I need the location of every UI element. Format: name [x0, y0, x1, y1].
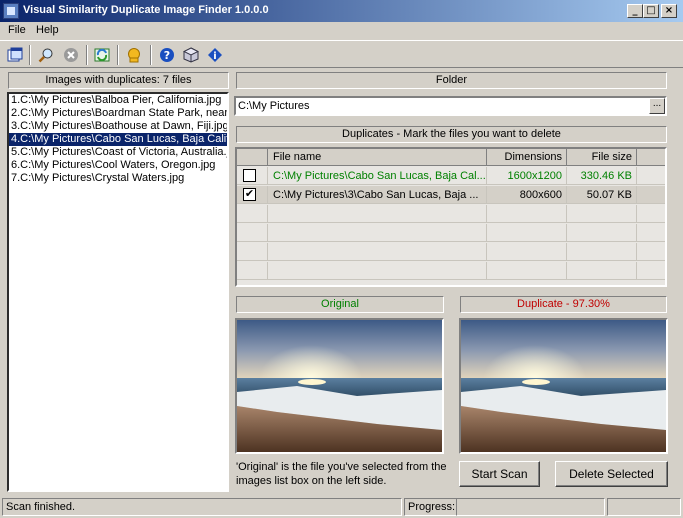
- table-cell: C:\My Pictures\3\Cabo San Lucas, Baja ..…: [268, 186, 487, 204]
- images-list[interactable]: 1.C:\My Pictures\Balboa Pier, California…: [7, 92, 229, 492]
- toolbar-separator: [150, 45, 152, 65]
- original-label: Original: [236, 296, 444, 313]
- original-preview: [235, 318, 444, 454]
- grid-header-filename[interactable]: File name: [268, 149, 487, 166]
- toolbar-separator: [29, 45, 31, 65]
- empty-cell: [637, 262, 665, 280]
- list-item[interactable]: 5.C:\My Pictures\Coast of Victoria, Aust…: [9, 146, 227, 159]
- search-icon: [38, 48, 53, 63]
- menu-file[interactable]: File: [6, 24, 28, 36]
- empty-cell: [268, 205, 487, 223]
- svg-text:?: ?: [164, 49, 170, 62]
- status-message: Scan finished.: [2, 498, 402, 516]
- empty-cell: [268, 224, 487, 242]
- table-cell: [637, 186, 665, 204]
- close-button[interactable]: ×: [661, 4, 677, 18]
- list-item[interactable]: 7.C:\My Pictures\Crystal Waters.jpg: [9, 172, 227, 185]
- help-icon: ?: [160, 48, 174, 62]
- hand-button[interactable]: [124, 45, 144, 65]
- status-spare-panel: [607, 498, 681, 516]
- empty-cell: [637, 243, 665, 261]
- empty-cell: [268, 243, 487, 261]
- toolbar-separator: [117, 45, 119, 65]
- duplicate-label: Duplicate - 97.30%: [460, 296, 667, 313]
- list-item[interactable]: 3.C:\My Pictures\Boathouse at Dawn, Fiji…: [9, 120, 227, 133]
- grid-header-check: [237, 149, 268, 166]
- delete-selected-button[interactable]: Delete Selected: [555, 461, 668, 487]
- duplicates-grid: File name Dimensions File size C:\My Pic…: [235, 147, 667, 287]
- box-icon: [183, 47, 199, 63]
- info-button[interactable]: i: [205, 45, 225, 65]
- menu-bar: File Help: [0, 22, 683, 40]
- grid-header-filesize[interactable]: File size: [567, 149, 637, 166]
- hand-icon: [128, 48, 140, 63]
- duplicate-preview: [459, 318, 668, 454]
- table-cell: [237, 167, 268, 185]
- grid-header-dimensions[interactable]: Dimensions: [487, 149, 567, 166]
- table-cell: 1600x1200: [487, 167, 567, 185]
- empty-cell: [567, 205, 637, 223]
- empty-cell: [237, 205, 268, 223]
- empty-cell: [487, 243, 567, 261]
- list-item[interactable]: 1.C:\My Pictures\Balboa Pier, California…: [9, 94, 227, 107]
- empty-cell: [567, 262, 637, 280]
- empty-cell: [567, 224, 637, 242]
- menu-help[interactable]: Help: [34, 24, 61, 36]
- duplicates-header: Duplicates - Mark the files you want to …: [236, 126, 667, 143]
- list-item[interactable]: 2.C:\My Pictures\Boardman State Park, ne…: [9, 107, 227, 120]
- stop-button[interactable]: [61, 45, 81, 65]
- beach-sunset-image: [461, 320, 666, 452]
- row-checkbox[interactable]: [243, 169, 256, 182]
- empty-cell: [487, 224, 567, 242]
- table-cell: [637, 167, 665, 185]
- empty-cell: [637, 224, 665, 242]
- list-item[interactable]: 4.C:\My Pictures\Cabo San Lucas, Baja Ca…: [9, 133, 227, 146]
- table-cell: ✔: [237, 186, 268, 204]
- images-header: Images with duplicates: 7 files: [8, 72, 229, 89]
- minimize-button[interactable]: _: [627, 4, 643, 18]
- folder-input[interactable]: C:\My Pictures ...: [234, 96, 667, 116]
- new-window-icon: [7, 47, 23, 62]
- beach-sunset-image: [237, 320, 442, 452]
- empty-cell: [487, 262, 567, 280]
- empty-cell: [268, 262, 487, 280]
- toolbar: ? i: [0, 40, 683, 68]
- empty-cell: [237, 262, 268, 280]
- app-icon: [3, 3, 19, 19]
- box-button[interactable]: [181, 45, 201, 65]
- empty-cell: [487, 205, 567, 223]
- progress-label: Progress:: [404, 498, 456, 516]
- window-title: Visual Similarity Duplicate Image Finder…: [23, 4, 269, 16]
- refresh-button[interactable]: [92, 45, 112, 65]
- empty-cell: [637, 205, 665, 223]
- maximize-button[interactable]: □: [643, 4, 659, 18]
- folder-path: C:\My Pictures: [238, 100, 310, 112]
- table-cell: 50.07 KB: [567, 186, 637, 204]
- browse-button[interactable]: ...: [649, 98, 665, 114]
- grid-header-filler: [637, 149, 665, 166]
- refresh-icon: [94, 48, 110, 62]
- table-cell: C:\My Pictures\Cabo San Lucas, Baja Cal.…: [268, 167, 487, 185]
- empty-cell: [237, 224, 268, 242]
- toolbar-separator: [86, 45, 88, 65]
- start-scan-button[interactable]: Start Scan: [459, 461, 540, 487]
- find-button[interactable]: [36, 45, 56, 65]
- info-icon: i: [208, 48, 222, 62]
- table-cell: 330.46 KB: [567, 167, 637, 185]
- folder-header: Folder: [236, 72, 667, 89]
- table-cell: 800x600: [487, 186, 567, 204]
- list-item[interactable]: 6.C:\My Pictures\Cool Waters, Oregon.jpg: [9, 159, 227, 172]
- progress-bar: [456, 498, 605, 516]
- title-bar: Visual Similarity Duplicate Image Finder…: [0, 0, 683, 22]
- stop-icon: [64, 48, 78, 62]
- svg-text:i: i: [213, 51, 216, 62]
- empty-cell: [567, 243, 637, 261]
- original-note: 'Original' is the file you've selected f…: [236, 461, 447, 487]
- new-window-button[interactable]: [5, 45, 25, 65]
- empty-cell: [237, 243, 268, 261]
- row-checkbox[interactable]: ✔: [243, 188, 256, 201]
- help-button[interactable]: ?: [157, 45, 177, 65]
